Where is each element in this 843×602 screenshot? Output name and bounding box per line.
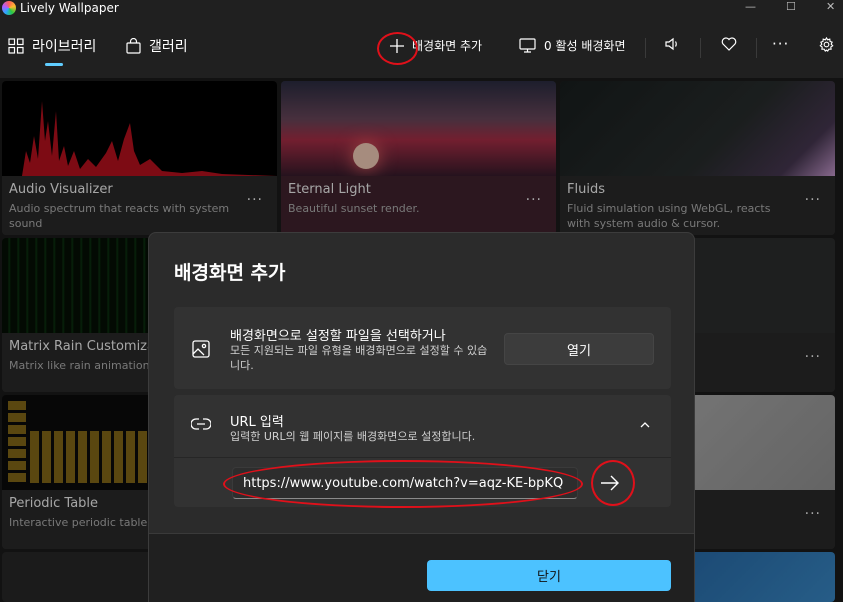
close-window-button[interactable]: ✕	[826, 0, 835, 14]
tab-gallery-label: 갤러리	[149, 39, 188, 55]
arrow-right-icon	[601, 475, 619, 491]
url-panel-description: 입력한 URL의 웹 페이지를 배경화면으로 설정합니다.	[230, 430, 476, 443]
open-file-button[interactable]: 열기	[504, 333, 654, 365]
monitor-icon	[519, 38, 536, 53]
more-options-button[interactable]: ···	[772, 35, 789, 53]
file-select-panel: 배경화면으로 설정할 파일을 선택하거나 모든 지원되는 파일 유형을 배경화면…	[174, 307, 671, 389]
chevron-up-icon[interactable]	[640, 421, 650, 428]
image-icon	[192, 340, 210, 358]
speaker-icon	[665, 37, 677, 51]
submit-url-button[interactable]	[592, 465, 628, 501]
app-title: Lively Wallpaper	[20, 1, 119, 15]
plus-icon	[390, 38, 404, 53]
file-select-title: 배경화면으로 설정할 파일을 선택하거나	[230, 329, 446, 344]
add-wallpaper-dialog: 배경화면 추가 배경화면으로 설정할 파일을 선택하거나 모든 지원되는 파일 …	[148, 232, 695, 602]
settings-button[interactable]	[819, 37, 834, 52]
active-wallpapers-button[interactable]: 0 활성 배경화면	[519, 37, 626, 54]
dialog-footer: 닫기	[149, 533, 694, 602]
grid-icon	[8, 38, 24, 54]
maximize-button[interactable]: ☐	[786, 0, 796, 14]
app-logo-icon	[2, 1, 16, 15]
url-input[interactable]	[232, 467, 578, 499]
toolbar-divider	[700, 38, 701, 58]
gear-icon	[819, 37, 834, 52]
nav-bar: 라이브러리 갤러리 배경화면 추가 0 활성 배경화면 ···	[0, 16, 843, 78]
toolbar-divider	[645, 38, 646, 58]
tab-library-label: 라이브러리	[32, 39, 97, 55]
link-icon	[191, 418, 211, 430]
add-wallpaper-button[interactable]: 배경화면 추가	[390, 37, 482, 54]
shopping-bag-icon	[126, 38, 141, 54]
close-dialog-button[interactable]: 닫기	[427, 560, 671, 591]
url-panel-title: URL 입력	[230, 415, 284, 430]
active-tab-indicator	[45, 63, 63, 66]
toolbar-divider	[756, 38, 757, 58]
file-select-description: 모든 지원되는 파일 유형을 배경화면으로 설정할 수 있습니다.	[230, 344, 488, 372]
heart-icon	[721, 37, 737, 51]
favorite-button[interactable]	[721, 37, 737, 51]
dialog-title: 배경화면 추가	[174, 262, 286, 284]
tab-gallery[interactable]: 갤러리	[126, 36, 188, 56]
title-bar: Lively Wallpaper — ☐ ✕	[0, 0, 843, 16]
add-wallpaper-label: 배경화면 추가	[412, 39, 483, 53]
minimize-button[interactable]: —	[745, 0, 756, 14]
volume-button[interactable]	[665, 37, 680, 51]
panel-divider	[174, 457, 671, 458]
tab-library[interactable]: 라이브러리	[8, 36, 96, 56]
active-wallpapers-label: 0 활성 배경화면	[544, 39, 626, 53]
